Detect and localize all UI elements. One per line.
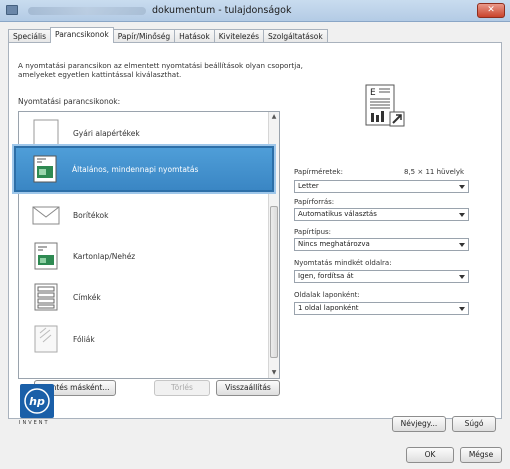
window-titlebar[interactable]: dokumentum - tulajdonságok ✕ (0, 0, 510, 22)
page-preview-icon: E (365, 84, 405, 127)
list-item-label: Általános, mindennapi nyomtatás (72, 164, 199, 174)
window-title: dokumentum - tulajdonságok (152, 5, 292, 16)
ok-button[interactable]: OK (406, 447, 454, 463)
tab-shortcuts[interactable]: Parancsikonok (50, 27, 114, 43)
duplex-dropdown[interactable]: Igen, fordítsa át (294, 270, 469, 283)
list-item-envelopes[interactable]: Borítékok (19, 196, 269, 234)
everyday-print-icon (33, 155, 57, 183)
tab-effects[interactable]: Hatások (174, 29, 215, 43)
cardstock-icon (34, 242, 58, 270)
chevron-down-icon (459, 307, 465, 311)
scrollbar-thumb[interactable] (270, 206, 278, 358)
paper-source-dropdown[interactable]: Automatikus választás (294, 208, 469, 221)
envelope-icon (32, 206, 60, 225)
tab-advanced[interactable]: Speciális (8, 29, 52, 43)
printer-app-icon (6, 5, 18, 15)
pages-per-sheet-dropdown[interactable]: 1 oldal laponként (294, 302, 469, 315)
svg-text:E: E (370, 88, 376, 98)
list-item-everyday-printing[interactable]: Általános, mindennapi nyomtatás (14, 146, 274, 192)
pages-per-sheet-label: Oldalak laponként: (294, 291, 360, 299)
help-button[interactable]: Súgó (452, 416, 496, 432)
shortcuts-list-label: Nyomtatási parancsikonok: (18, 97, 121, 106)
transparency-icon (34, 325, 58, 353)
scroll-down-icon[interactable]: ▼ (269, 368, 279, 378)
paper-size-dropdown[interactable]: Letter (294, 180, 469, 193)
duplex-value: Igen, fordítsa át (298, 272, 354, 280)
list-item-transparencies[interactable]: Fóliák (19, 320, 269, 358)
close-button[interactable]: ✕ (477, 3, 505, 18)
reset-button[interactable]: Visszaállítás (216, 380, 280, 396)
list-item-label: Címkék (73, 292, 101, 302)
paper-dimension-value: 8,5 × 11 hüvelyk (404, 168, 465, 176)
hp-invent-tagline: INVENT (19, 420, 50, 426)
scroll-up-icon[interactable]: ▲ (269, 112, 279, 122)
tab-services[interactable]: Szolgáltatások (263, 29, 328, 43)
paper-source-label: Papírforrás: (294, 198, 335, 206)
list-item-label: Gyári alapértékek (73, 128, 140, 138)
duplex-label: Nyomtatás mindkét oldalra: (294, 259, 392, 267)
chevron-down-icon (459, 185, 465, 189)
list-item-labels[interactable]: Címkék (19, 278, 269, 316)
list-item-label: Fóliák (73, 334, 95, 344)
tab-finishing[interactable]: Kivitelezés (213, 29, 264, 43)
paper-source-value: Automatikus választás (298, 210, 377, 218)
paper-size-value: Letter (298, 182, 319, 190)
delete-button[interactable]: Törlés (154, 380, 210, 396)
paper-type-label: Papírtípus: (294, 228, 332, 236)
list-item-label: Kartonlap/Nehéz (73, 251, 136, 261)
paper-type-value: Nincs meghatározva (298, 240, 370, 248)
list-item-cardstock[interactable]: Kartonlap/Nehéz (19, 237, 269, 275)
hp-logo-icon: hp (20, 384, 54, 418)
tab-paper-quality[interactable]: Papír/Minőség (112, 29, 176, 43)
paper-type-dropdown[interactable]: Nincs meghatározva (294, 238, 469, 251)
labels-icon (34, 283, 58, 311)
blank-page-icon (33, 119, 59, 147)
chevron-down-icon (459, 275, 465, 279)
tab-strip: Speciális Parancsikonok Papír/Minőség Ha… (8, 27, 328, 43)
paper-size-label: Papírméretek: (294, 168, 343, 176)
about-button[interactable]: Névjegy... (392, 416, 446, 432)
obscured-title-prefix (28, 7, 146, 15)
pages-per-sheet-value: 1 oldal laponként (298, 304, 359, 312)
svg-text:hp: hp (29, 395, 45, 408)
shortcuts-description: A nyomtatási parancsikon az elmentett ny… (18, 61, 303, 79)
chevron-down-icon (459, 243, 465, 247)
chevron-down-icon (459, 213, 465, 217)
list-item-label: Borítékok (73, 210, 109, 220)
cancel-button[interactable]: Mégse (460, 447, 502, 463)
